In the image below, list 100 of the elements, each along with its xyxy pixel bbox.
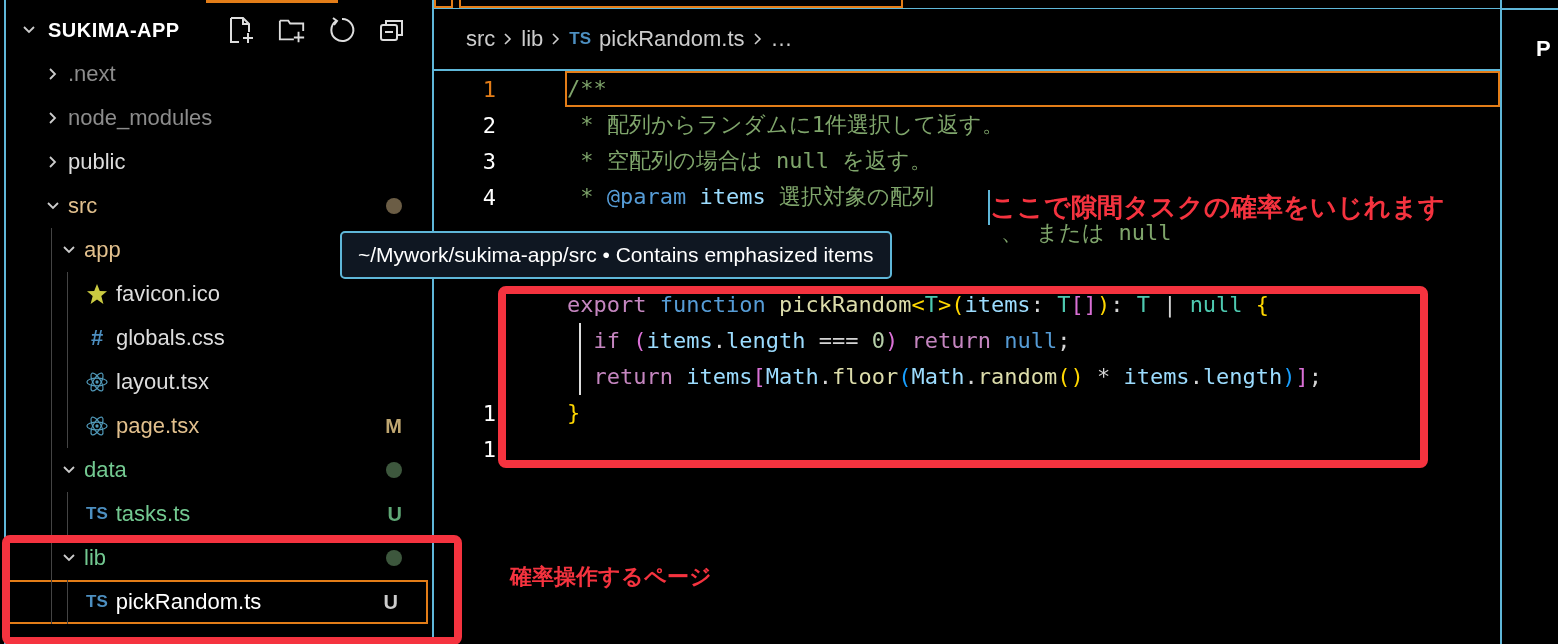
- code-token: (: [633, 328, 647, 353]
- annotation-note: 確率操作するページ: [510, 563, 712, 591]
- code-token: * 配列からランダムに1件選択して返す。: [579, 112, 1004, 137]
- file-name: src: [68, 193, 98, 219]
- code-token: items: [964, 292, 1031, 317]
- code-token: items: [646, 328, 713, 353]
- line-number: 2: [481, 112, 496, 138]
- code-token: null: [1004, 328, 1058, 353]
- tree-item[interactable]: node_modules: [6, 96, 432, 140]
- code-token: 選択対象の配列: [778, 184, 934, 209]
- tooltip: ~/Mywork/sukima-app/src • Contains emphasized items: [340, 231, 892, 279]
- file-name: lib: [84, 545, 106, 571]
- file-name: app: [84, 237, 121, 263]
- file-name: favicon.ico: [116, 281, 220, 307]
- line-number: 1: [481, 436, 496, 462]
- tree-item[interactable]: public: [6, 140, 432, 184]
- file-name: .next: [68, 61, 116, 87]
- git-status-letter: U: [387, 502, 402, 526]
- chevron-right-icon: [551, 32, 562, 46]
- code-token: if: [592, 328, 621, 353]
- code-token: (: [951, 292, 965, 317]
- code-token: function: [659, 292, 767, 317]
- new-file-icon[interactable]: [228, 16, 256, 44]
- breadcrumb-item[interactable]: pickRandom.ts: [599, 26, 745, 52]
- annotation-note: ここで隙間タスクの確率をいじれます: [988, 190, 1445, 225]
- tree-item[interactable]: layout.tsx: [6, 360, 432, 404]
- atom-icon: [86, 415, 108, 437]
- file-name: tasks.ts: [115, 501, 191, 527]
- code-token: ]: [1295, 364, 1309, 389]
- code-token: {: [1255, 292, 1270, 317]
- code-token: .: [818, 364, 832, 389]
- code-token: pickRandom: [778, 292, 912, 317]
- file-name: public: [68, 149, 126, 175]
- code-token: @param: [606, 184, 688, 209]
- code-token: |: [1163, 292, 1178, 317]
- code-token: <: [911, 292, 925, 317]
- git-status-letter: M: [385, 414, 402, 438]
- code-token: * 空配列の場合は null を返す。: [579, 148, 933, 173]
- file-name: layout.tsx: [116, 369, 209, 395]
- code-token: (: [898, 364, 912, 389]
- code-token: random: [977, 364, 1058, 389]
- breadcrumb-item[interactable]: lib: [521, 26, 544, 52]
- file-name: page.tsx: [116, 413, 200, 439]
- tree-item[interactable]: .next: [6, 52, 432, 96]
- code-token: []: [1070, 292, 1097, 317]
- hash-icon: #: [86, 325, 108, 351]
- tree-item[interactable]: src: [6, 184, 432, 228]
- code-token: null: [1189, 292, 1244, 317]
- tree-item[interactable]: # globals.css: [6, 316, 432, 360]
- file-name: globals.css: [116, 325, 225, 351]
- tree-item[interactable]: TS pickRandom.ts U: [6, 580, 428, 624]
- tree-item[interactable]: page.tsx M: [6, 404, 432, 448]
- code-token: return: [911, 328, 992, 353]
- tree-item[interactable]: lib: [6, 536, 432, 580]
- code-token: items: [699, 184, 767, 209]
- star-icon: [86, 283, 108, 305]
- code-token: T: [1057, 292, 1071, 317]
- code-token: return: [592, 364, 674, 389]
- code-token: floor: [831, 364, 899, 389]
- file-name: pickRandom.ts: [115, 589, 262, 615]
- code-token: length: [1202, 364, 1283, 389]
- code-token: length: [725, 328, 807, 353]
- editor-tab[interactable]: [459, 0, 903, 8]
- typescript-icon: TS: [569, 29, 592, 49]
- code-token: *: [1096, 364, 1112, 389]
- code-token: }: [567, 400, 581, 425]
- atom-icon: [86, 371, 108, 393]
- breadcrumb-item[interactable]: …: [770, 26, 793, 52]
- file-name: node_modules: [68, 105, 213, 131]
- code-token: 0: [871, 328, 885, 353]
- code-token: .: [964, 364, 978, 389]
- code-token: ): [884, 328, 900, 353]
- code-token: T: [1136, 292, 1151, 317]
- git-status-letter: U: [383, 590, 398, 614]
- code-token: items: [1123, 364, 1190, 389]
- code-token: :: [1030, 292, 1045, 317]
- code-token: >: [937, 292, 952, 317]
- chevron-right-icon: [503, 32, 514, 46]
- code-token: ): [1096, 292, 1111, 317]
- code-token: items: [686, 364, 753, 389]
- explorer-title: SUKIMA-APP: [48, 18, 180, 42]
- code-token: .: [1189, 364, 1203, 389]
- line-number: 3: [481, 148, 496, 174]
- file-name: data: [84, 457, 127, 483]
- typescript-icon: TS: [86, 592, 108, 612]
- code-token: ;: [1308, 364, 1323, 389]
- tree-item[interactable]: data: [6, 448, 432, 492]
- breadcrumb-item[interactable]: src: [466, 26, 496, 52]
- code-token: ;: [1057, 328, 1071, 353]
- panel-title: P: [1535, 35, 1552, 62]
- code-token: *: [579, 184, 595, 209]
- code-token: .: [712, 328, 726, 353]
- tree-item[interactable]: TS tasks.ts U: [6, 492, 432, 536]
- line-number: 1: [481, 76, 496, 102]
- refresh-icon[interactable]: [328, 16, 356, 44]
- editor-tab[interactable]: [434, 0, 453, 8]
- chevron-right-icon: [752, 32, 763, 46]
- code-token: ): [1282, 364, 1296, 389]
- code-token: [: [752, 364, 766, 389]
- typescript-icon: TS: [86, 504, 108, 524]
